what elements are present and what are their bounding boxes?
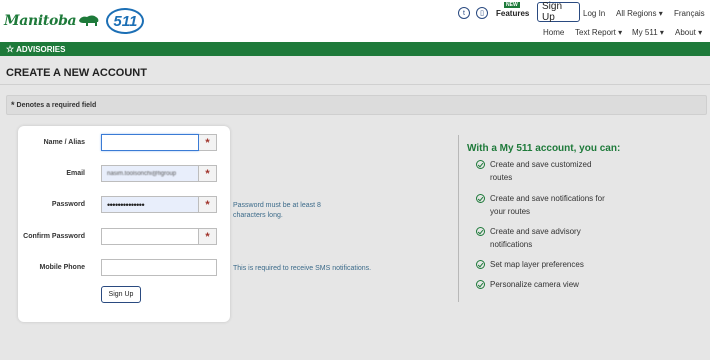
benefit-line: routes (490, 173, 513, 182)
email-label: Email (66, 170, 85, 177)
chevron-down-icon: ▾ (659, 28, 664, 37)
benefit-line: your routes (490, 207, 531, 216)
benefit-item: Create and save customized routes (490, 158, 591, 184)
manitoba-511-logo[interactable]: Manitoba 511 (4, 8, 145, 34)
password-input[interactable]: •••••••••••••• (101, 196, 199, 213)
password-label: Password (51, 201, 85, 208)
benefit-line: notifications (490, 240, 533, 249)
text-report-label: Text Report (575, 28, 616, 37)
password-hint-line-1: Password must be at least 8 (233, 202, 321, 209)
sign-up-button[interactable]: Sign Up (537, 1, 580, 23)
password-hint: Password must be at least 8 characters l… (233, 201, 321, 221)
check-circle-icon (476, 260, 485, 269)
about-dropdown[interactable]: About ▾ (675, 28, 702, 37)
511-badge: 511 (106, 8, 145, 34)
my511-label: My 511 (632, 28, 658, 37)
divider (0, 84, 710, 85)
sms-hint: This is required to receive SMS notifica… (233, 265, 372, 272)
benefit-line: Create and save advisory (490, 227, 581, 236)
twitter-icon[interactable]: t (458, 7, 470, 19)
features-label: Features (496, 9, 530, 18)
benefit-line: Create and save customized (490, 160, 592, 169)
sign-up-submit-button[interactable]: Sign Up (101, 286, 141, 303)
about-label: About (675, 28, 696, 37)
language-link[interactable]: Français (674, 9, 705, 18)
confirm-password-input[interactable] (101, 228, 199, 245)
email-value: nasim.toolsonchi@figroup (107, 170, 177, 177)
chevron-down-icon: ▾ (658, 9, 663, 18)
benefits-title: With a My 511 account, you can: (467, 143, 621, 154)
mobile-app-icon[interactable]: ▯ (476, 7, 488, 19)
check-circle-icon (476, 227, 485, 236)
check-circle-icon (476, 280, 485, 289)
confirm-password-label: Confirm Password (23, 233, 85, 240)
required-note-text: Denotes a required field (16, 101, 97, 109)
log-in-link[interactable]: Log In (583, 9, 605, 18)
required-mark: * (199, 134, 217, 151)
name-alias-input[interactable] (101, 134, 199, 151)
star-icon: ☆ (6, 43, 15, 54)
mobile-phone-input[interactable] (101, 259, 217, 276)
new-badge: NEW (504, 2, 520, 8)
signup-form-card: Name / Alias * Email nasim.toolsonchi@fi… (18, 126, 230, 322)
benefit-line: Personalize camera view (490, 280, 579, 289)
all-regions-dropdown[interactable]: All Regions ▾ (616, 9, 663, 18)
advisories-label: ADVISORIES (16, 44, 66, 54)
password-hint-line-2: characters long. (233, 212, 283, 219)
asterisk: * (11, 100, 15, 110)
name-alias-label: Name / Alias (43, 139, 85, 146)
divider (458, 135, 459, 302)
benefit-item: Create and save notifications for your r… (490, 192, 605, 218)
benefit-line: Create and save notifications for (490, 194, 605, 203)
advisories-bar[interactable]: ☆ ADVISORIES (0, 42, 710, 56)
benefit-item: Personalize camera view (490, 278, 579, 291)
all-regions-label: All Regions (616, 9, 657, 18)
home-link[interactable]: Home (543, 28, 564, 37)
chevron-down-icon: ▾ (618, 28, 623, 37)
bison-icon (79, 15, 99, 26)
required-mark: * (199, 228, 217, 245)
email-input[interactable]: nasim.toolsonchi@figroup (101, 165, 199, 182)
required-mark: * (199, 196, 217, 213)
benefit-item: Create and save advisory notifications (490, 225, 581, 251)
required-note: * Denotes a required field (6, 95, 707, 115)
page-title: CREATE A NEW ACCOUNT (6, 67, 147, 79)
check-circle-icon (476, 194, 485, 203)
benefit-item: Set map layer preferences (490, 258, 584, 271)
text-report-dropdown[interactable]: Text Report ▾ (575, 28, 622, 37)
site-header: Manitoba 511 t ▯ NEW Features Sign Up Lo… (0, 0, 710, 42)
my511-dropdown[interactable]: My 511 ▾ (632, 28, 664, 37)
check-circle-icon (476, 160, 485, 169)
benefit-line: Set map layer preferences (490, 260, 584, 269)
logo-text: Manitoba (4, 13, 77, 29)
mobile-phone-label: Mobile Phone (39, 264, 86, 271)
required-mark: * (199, 165, 217, 182)
chevron-down-icon: ▾ (698, 28, 703, 37)
